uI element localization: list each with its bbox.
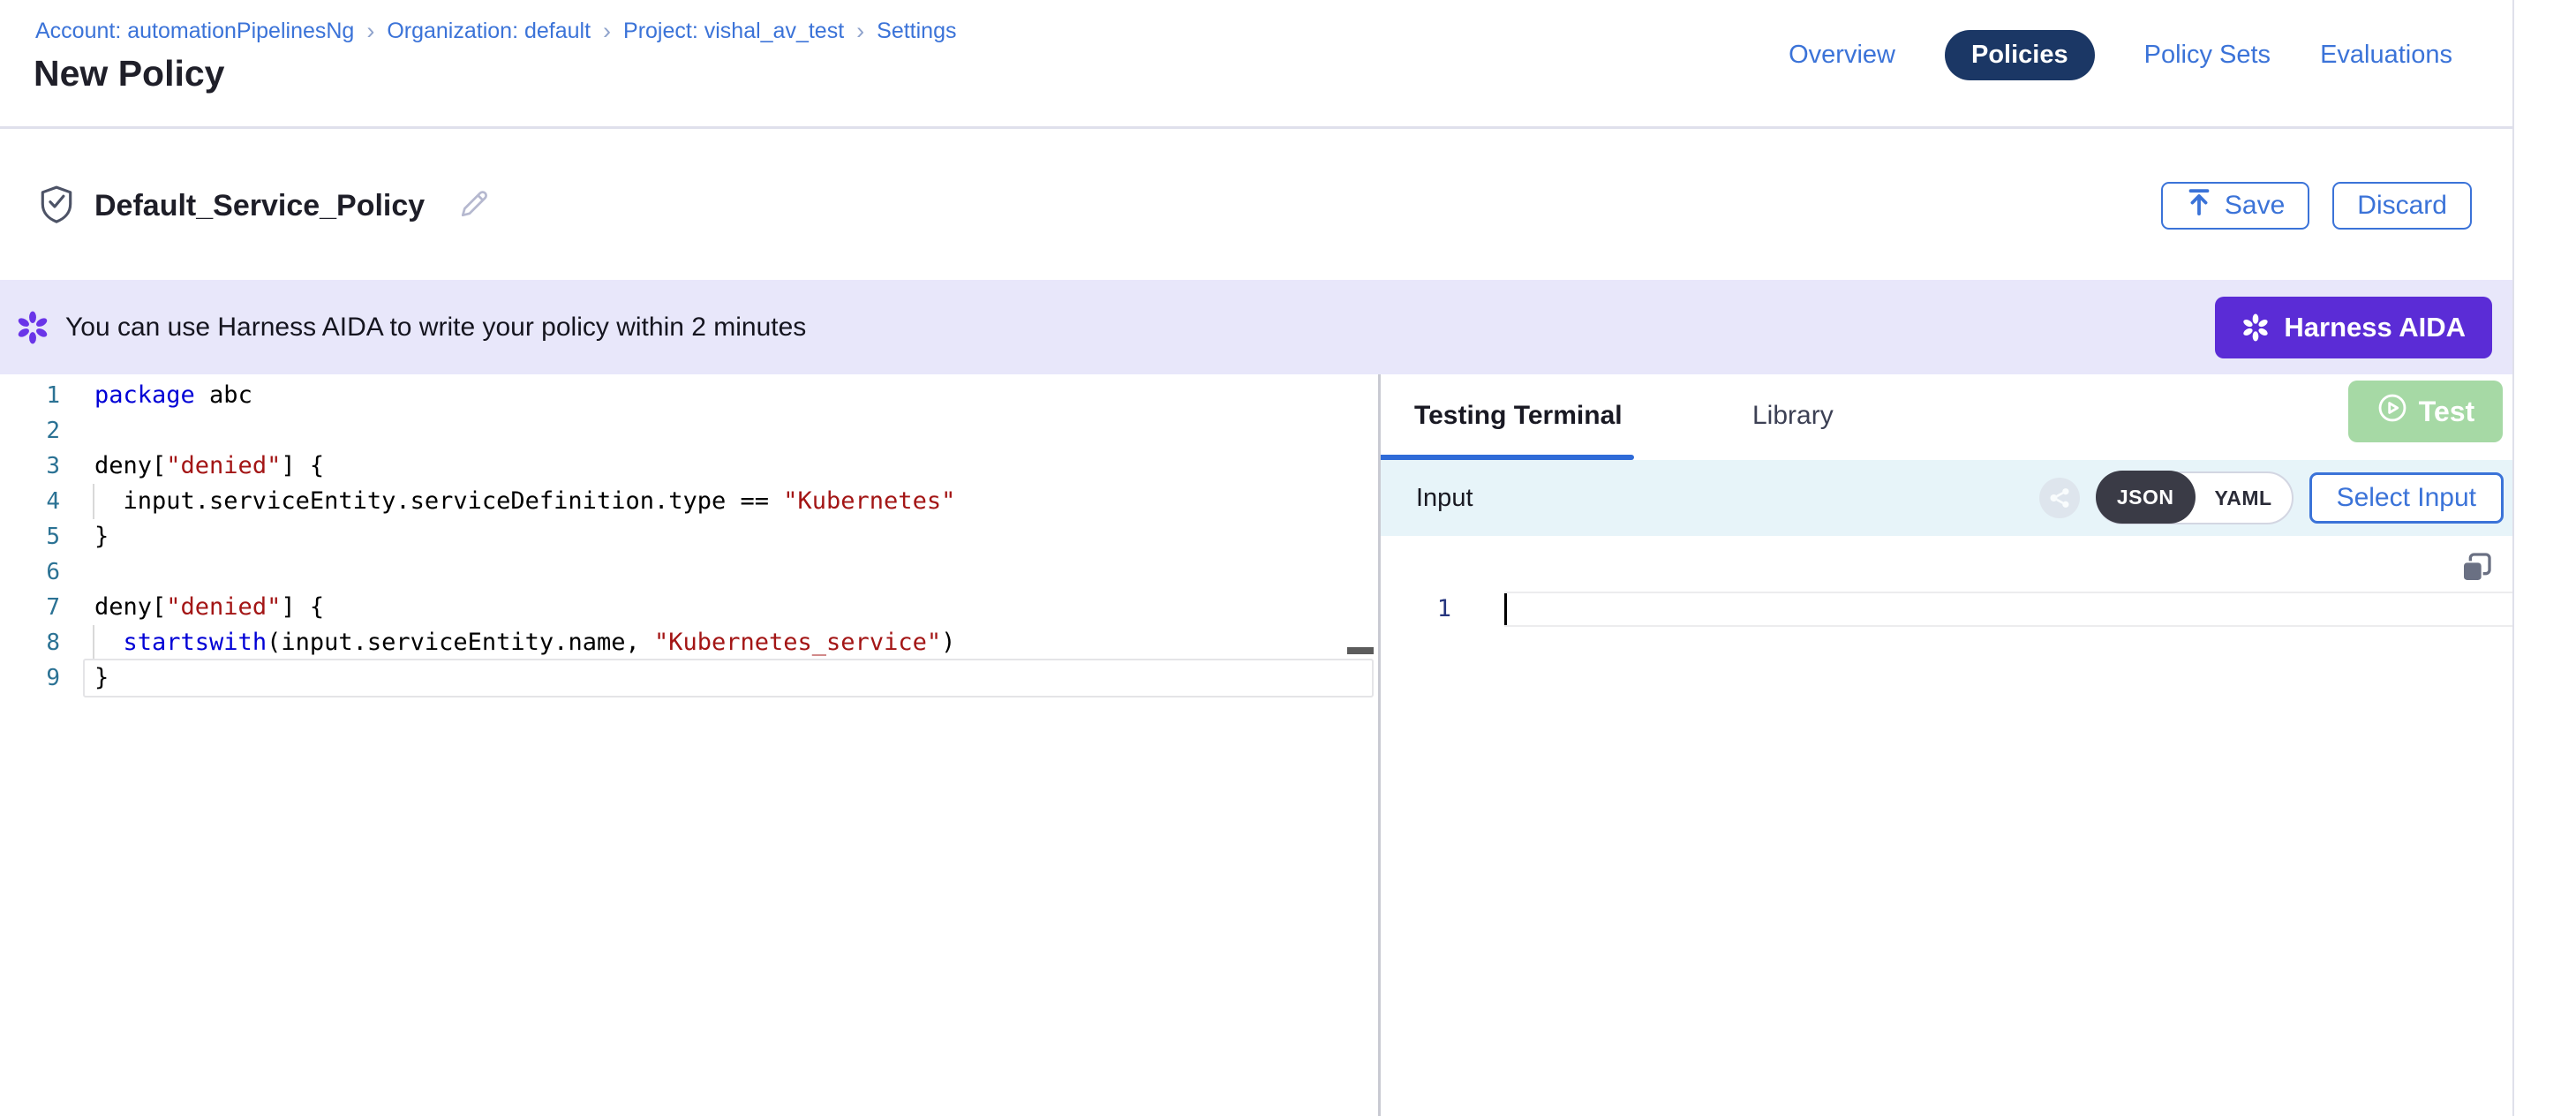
- code-text: deny["denied"] {: [94, 449, 324, 484]
- input-editor[interactable]: 1: [1381, 536, 2514, 1116]
- line-number: 8: [0, 625, 60, 660]
- page-header: Account: automationPipelinesNg › Organizat…: [0, 0, 2514, 129]
- nav-policy-sets[interactable]: Policy Sets: [2144, 41, 2271, 70]
- page-title: New Policy: [34, 53, 224, 94]
- input-graph-icon: [2039, 478, 2080, 518]
- breadcrumb-item[interactable]: Account: automationPipelinesNg: [35, 19, 354, 44]
- code-text: startswith(input.serviceEntity.name, "Ku…: [94, 625, 955, 660]
- text-cursor: [1504, 593, 1507, 625]
- line-number: 3: [0, 449, 60, 484]
- code-line-3[interactable]: 3 deny["denied"] {: [0, 449, 1378, 484]
- code-line-4[interactable]: 4 input.serviceEntity.serviceDefinition.…: [0, 484, 1378, 519]
- indent-guide: [93, 484, 94, 519]
- discard-button[interactable]: Discard: [2332, 182, 2472, 230]
- code-text: }: [94, 519, 109, 554]
- policy-code-lines: 1package abc23deny["denied"] {4 input.se…: [0, 378, 1378, 696]
- harness-aida-button[interactable]: Harness AIDA: [2215, 297, 2492, 358]
- harness-aida-button-label: Harness AIDA: [2284, 312, 2466, 343]
- line-number: 7: [0, 590, 60, 625]
- line-number: 9: [0, 660, 60, 696]
- aida-banner-message: You can use Harness AIDA to write your p…: [65, 313, 806, 343]
- code-line-7[interactable]: 7 deny["denied"] {: [0, 590, 1378, 625]
- input-editor-line-1[interactable]: 1: [1381, 592, 2512, 627]
- aida-flower-icon: [16, 311, 49, 344]
- content-right-border: [2512, 0, 2514, 1116]
- copy-icon[interactable]: [2459, 550, 2494, 590]
- breadcrumb-item[interactable]: Settings: [877, 19, 956, 44]
- breadcrumb-separator-icon: ›: [856, 18, 864, 45]
- toolbar-actions: Save Discard: [2161, 132, 2472, 280]
- nav-evaluations[interactable]: Evaluations: [2320, 41, 2452, 70]
- play-icon: [2376, 392, 2408, 431]
- test-button-label: Test: [2419, 396, 2474, 428]
- policy-toolbar: Default_Service_Policy Save: [0, 132, 2514, 280]
- policy-code-editor[interactable]: 1package abc23deny["denied"] {4 input.se…: [0, 374, 1378, 1116]
- aida-banner-message-group: You can use Harness AIDA to write your p…: [16, 311, 806, 344]
- code-line-9[interactable]: 9}: [0, 660, 1378, 696]
- edit-policy-name-icon[interactable]: [458, 188, 490, 224]
- current-line-highlight: [1504, 592, 2512, 627]
- breadcrumb-separator-icon: ›: [603, 18, 611, 45]
- save-button-label: Save: [2225, 191, 2285, 221]
- policy-name: Default_Service_Policy: [94, 189, 425, 223]
- new-policy-page: Account: automationPipelinesNg › Organizat…: [0, 0, 2576, 1116]
- format-toggle[interactable]: JSON YAML: [2096, 471, 2294, 524]
- upload-icon: [2186, 188, 2212, 223]
- nav-overview[interactable]: Overview: [1789, 41, 1895, 70]
- line-number: 1: [0, 378, 60, 413]
- workspace: 1package abc23deny["denied"] {4 input.se…: [0, 374, 2514, 1116]
- code-text: deny["denied"] {: [94, 590, 324, 625]
- code-text: package abc: [94, 378, 252, 413]
- code-line-8[interactable]: 8 startswith(input.serviceEntity.name, "…: [0, 625, 1378, 660]
- line-number: 6: [0, 554, 60, 590]
- input-header: Input JSON YAML: [1381, 460, 2514, 536]
- input-line-number: 1: [1381, 592, 1451, 627]
- policy-shield-icon: [40, 185, 73, 228]
- line-number: 4: [0, 484, 60, 519]
- line-number: 5: [0, 519, 60, 554]
- input-label: Input: [1416, 484, 1473, 513]
- code-line-6[interactable]: 6: [0, 554, 1378, 590]
- breadcrumb: Account: automationPipelinesNg › Organizat…: [35, 18, 957, 45]
- testing-panel-tabs: Testing Terminal Library Test: [1381, 374, 2514, 460]
- nav-policies[interactable]: Policies: [1945, 30, 2095, 80]
- policy-title-group: Default_Service_Policy: [40, 132, 490, 280]
- aida-flower-icon-white: [2241, 313, 2270, 342]
- code-text: }: [94, 660, 109, 696]
- code-line-5[interactable]: 5}: [0, 519, 1378, 554]
- indent-guide: [93, 625, 94, 660]
- input-header-controls: JSON YAML Select Input: [2039, 471, 2504, 524]
- save-button[interactable]: Save: [2161, 182, 2309, 230]
- discard-button-label: Discard: [2357, 191, 2447, 221]
- testing-panel: Testing Terminal Library Test Input: [1381, 374, 2514, 1116]
- code-line-2[interactable]: 2: [0, 413, 1378, 449]
- format-option-json[interactable]: JSON: [2096, 471, 2196, 524]
- format-option-yaml[interactable]: YAML: [2196, 486, 2292, 510]
- aida-banner: You can use Harness AIDA to write your p…: [0, 280, 2514, 374]
- breadcrumb-item[interactable]: Organization: default: [387, 19, 591, 44]
- line-number: 2: [0, 413, 60, 449]
- tab-testing-terminal[interactable]: Testing Terminal: [1414, 401, 1623, 431]
- editor-scrollbar-thumb[interactable]: [1347, 647, 1374, 654]
- breadcrumb-item[interactable]: Project: vishal_av_test: [623, 19, 844, 44]
- select-input-button[interactable]: Select Input: [2309, 472, 2504, 524]
- code-text: input.serviceEntity.serviceDefinition.ty…: [94, 484, 955, 519]
- tab-library[interactable]: Library: [1752, 401, 1834, 431]
- code-line-1[interactable]: 1 package abc: [0, 378, 1378, 413]
- breadcrumb-separator-icon: ›: [366, 18, 374, 45]
- module-nav: Overview Policies Policy Sets Evaluations: [1789, 30, 2452, 80]
- test-button[interactable]: Test: [2348, 381, 2503, 442]
